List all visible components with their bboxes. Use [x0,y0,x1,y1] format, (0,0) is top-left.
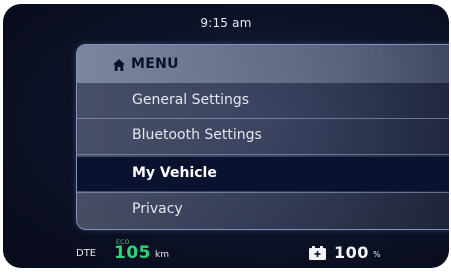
menu-title: MENU [131,56,179,72]
menu-item-general-settings[interactable]: General Settings [77,84,449,118]
range-value: 105 [114,243,151,263]
battery-unit: % [373,250,381,259]
dte-label: DTE [76,248,97,259]
menu-item-label: Privacy [132,201,183,217]
battery-value: 100 [334,243,369,262]
divider [77,154,449,155]
menu-item-privacy[interactable]: Privacy [77,193,449,227]
menu-item-label: General Settings [132,92,250,108]
clock: 9:15 am [200,16,252,30]
status-bar: DTE ECO 105 km 100 % [3,238,449,268]
menu-header: MENU [77,45,449,83]
menu-item-label: Bluetooth Settings [132,127,262,143]
range-unit: km [155,250,169,260]
menu-panel: MENU General Settings Bluetooth Settings… [76,44,449,230]
menu-item-label: My Vehicle [132,165,217,181]
menu-item-my-vehicle[interactable]: My Vehicle [77,157,449,191]
menu-item-bluetooth-settings[interactable]: Bluetooth Settings [77,119,449,153]
home-icon[interactable] [112,57,126,71]
infotainment-screen: 9:15 am MENU General Settings Bluetooth … [3,4,449,268]
car-battery-icon [309,245,326,260]
